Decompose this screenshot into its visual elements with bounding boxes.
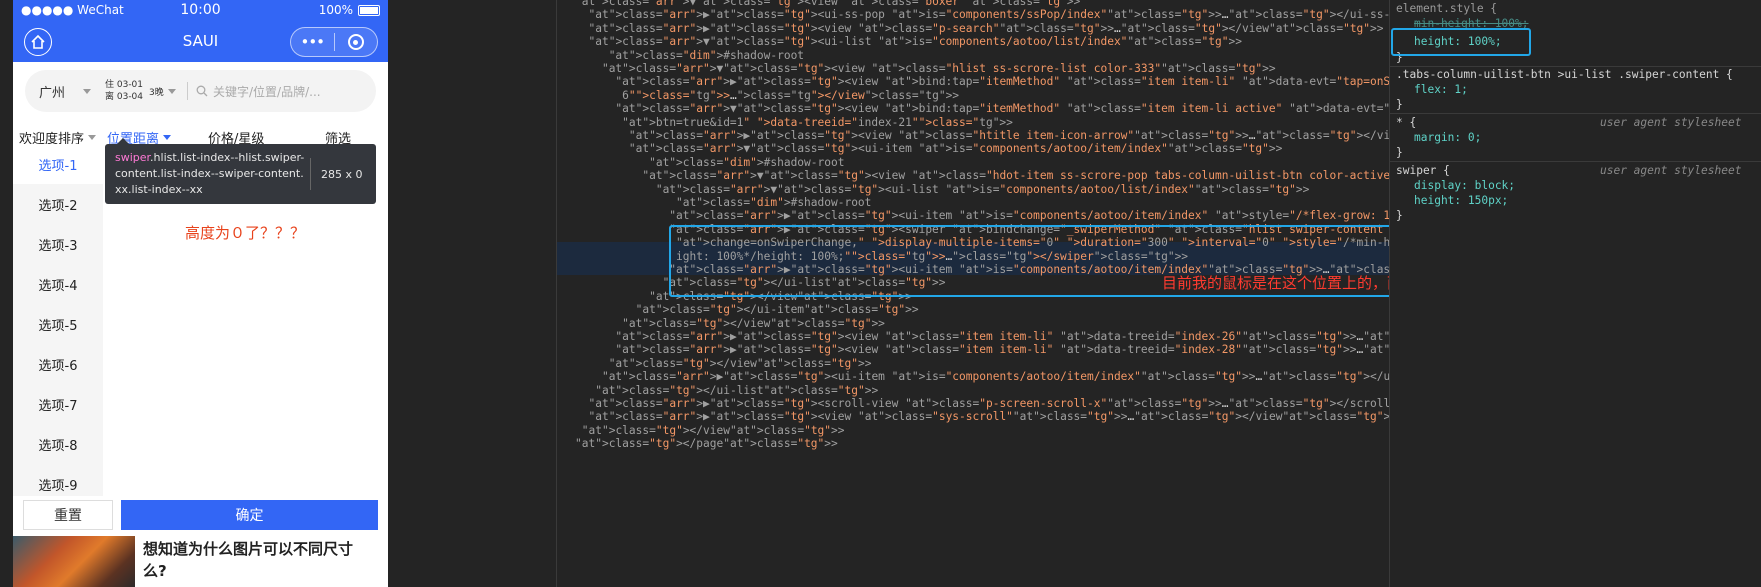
checkin-date: 住 03-01: [105, 80, 144, 90]
user-agent-label: user agent stylesheet: [1600, 164, 1742, 177]
option-item[interactable]: 选项-1: [13, 144, 103, 184]
wechat-capsule: •••: [290, 27, 378, 57]
search-row: 广州 住 03-01 离 03-04 3晚 关键字/位置/品牌/...: [13, 62, 388, 122]
battery-icon: [358, 4, 380, 16]
nights-count[interactable]: 3晚: [149, 85, 187, 98]
styles-panel: element.style { min-height: 100%; height…: [1389, 0, 1761, 587]
target-icon: [347, 34, 364, 50]
user-agent-label: user agent stylesheet: [1600, 116, 1742, 129]
battery-status: 100%: [319, 3, 380, 17]
style-declaration[interactable]: margin: 0;: [1414, 130, 1481, 145]
phone-simulator: ●●●●● WeChat 10:00 100% SAUI ••• 广州 住 03…: [13, 0, 388, 587]
style-rule-selector: swiper {: [1396, 164, 1450, 177]
close-miniprogram-button[interactable]: [335, 34, 378, 50]
dom-node-line[interactable]: "at">class="tg"></page"at">class="tg">>: [575, 436, 838, 451]
date-range[interactable]: 住 03-01 离 03-04: [105, 79, 149, 103]
nav-bar: SAUI •••: [13, 20, 388, 62]
confirm-button[interactable]: 确定: [121, 500, 378, 530]
option-item[interactable]: 选项-7: [13, 384, 103, 424]
height-zero-note: 高度为０了？？？: [185, 224, 306, 242]
style-declaration[interactable]: height: 150px;: [1414, 193, 1508, 208]
style-declaration[interactable]: display: block;: [1414, 178, 1515, 193]
height-declaration-highlight-box: [1391, 28, 1531, 56]
chevron-down-icon: [163, 135, 172, 140]
chevron-down-icon: [88, 135, 97, 140]
tooltip-tag: swiper: [115, 151, 151, 164]
tooltip-size: 285 x 0: [310, 158, 363, 190]
article-thumbnail: [13, 536, 135, 587]
reset-button[interactable]: 重置: [23, 500, 113, 530]
option-item[interactable]: 选项-2: [13, 184, 103, 224]
checkout-date: 离 03-04: [105, 92, 144, 102]
option-item[interactable]: 选项-8: [13, 424, 103, 464]
action-bar: 重置 确定: [13, 496, 388, 534]
more-menu-button[interactable]: •••: [291, 33, 334, 51]
option-item[interactable]: 选项-3: [13, 224, 103, 264]
article-title: 想知道为什么图片可以不同尺寸么?: [143, 540, 354, 580]
style-rule-selector: .tabs-column-uilist-btn >ui-list .swiper…: [1396, 68, 1733, 81]
search-input[interactable]: 关键字/位置/品牌/...: [196, 83, 321, 100]
search-bar: 广州 住 03-01 离 03-04 3晚 关键字/位置/品牌/...: [25, 70, 376, 112]
chevron-down-icon: [83, 88, 91, 94]
status-bar: ●●●●● WeChat 10:00 100%: [13, 0, 388, 20]
option-item[interactable]: 选项-4: [13, 264, 103, 304]
city-label: 广州: [38, 85, 65, 101]
simulator-gutter: [388, 0, 556, 587]
style-declaration[interactable]: flex: 1;: [1414, 82, 1468, 97]
city-selector[interactable]: 广州: [25, 82, 105, 101]
option-list: 选项-1 选项-2 选项-3 选项-4 选项-5 选项-6 选项-7 选项-8 …: [13, 144, 103, 496]
article-card[interactable]: 想知道为什么图片可以不同尺寸么?: [13, 536, 388, 587]
element-inspect-tooltip: swiper.hlist.list-index--hlist.swiper-co…: [105, 138, 376, 204]
option-item[interactable]: 选项-6: [13, 344, 103, 384]
style-rule-selector: element.style {: [1396, 2, 1498, 15]
style-rule-selector: * {: [1396, 116, 1417, 129]
search-icon: [196, 85, 208, 97]
chevron-down-icon: [167, 88, 176, 94]
option-item[interactable]: 选项-5: [13, 304, 103, 344]
